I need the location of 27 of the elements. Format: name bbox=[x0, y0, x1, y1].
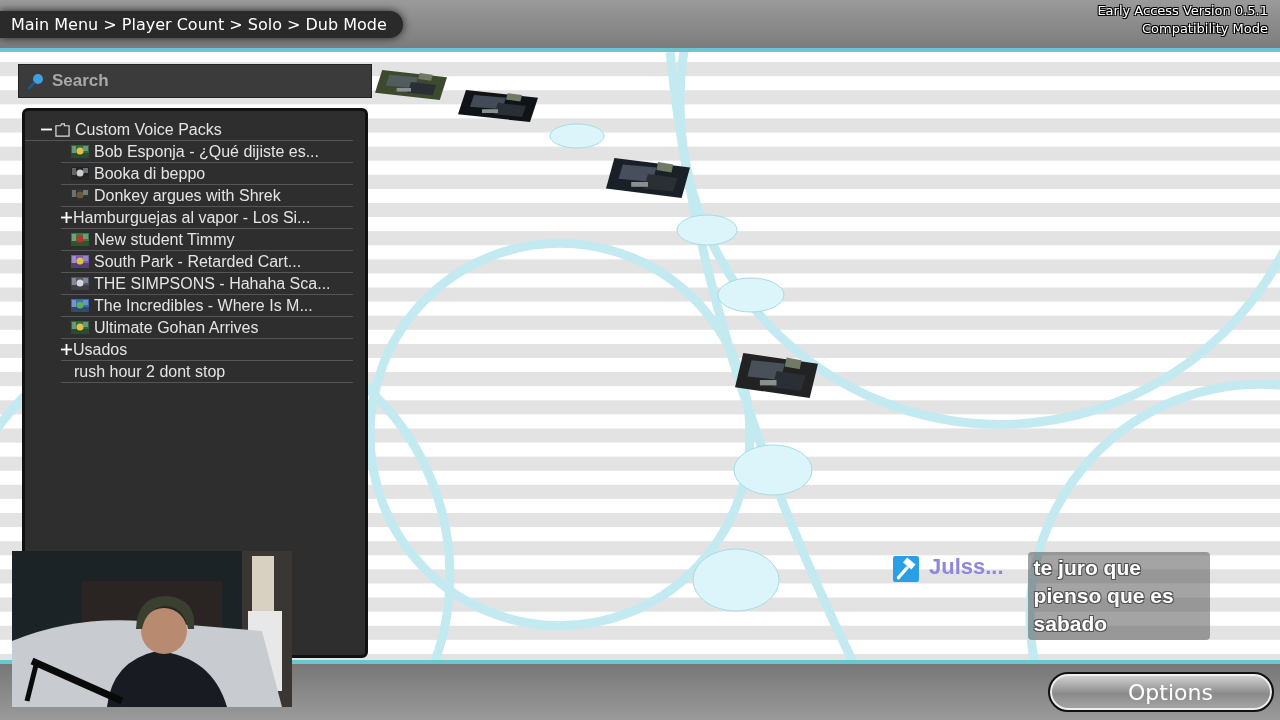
search-field[interactable]: Search bbox=[18, 64, 372, 98]
tree-item[interactable]: New student Timmy bbox=[94, 230, 235, 249]
map-node[interactable] bbox=[676, 214, 738, 246]
tree-item[interactable]: The Incredibles - Where Is M... bbox=[94, 296, 313, 315]
plus-icon[interactable] bbox=[61, 212, 72, 223]
folder-icon bbox=[55, 122, 70, 137]
tree-item[interactable]: Usados bbox=[73, 340, 128, 359]
version-label: Compatibility Mode bbox=[1141, 21, 1268, 36]
map-node[interactable] bbox=[692, 548, 780, 612]
tree-item[interactable]: Custom Voice Packs bbox=[75, 120, 222, 139]
tree-item[interactable]: THE SIMPSONS - Hahaha Sca... bbox=[94, 274, 331, 293]
breadcrumb: Main Menu > Player Count > Solo > Dub Mode bbox=[0, 11, 403, 38]
tree-item[interactable]: Booka di beppo bbox=[94, 164, 206, 183]
map-node[interactable] bbox=[717, 277, 785, 313]
version-label: Early Access Version 0.5.1 bbox=[1097, 3, 1268, 18]
tree-item[interactable]: Bob Esponja - ¿Qué dijiste es... bbox=[94, 142, 319, 161]
plus-icon[interactable] bbox=[61, 344, 72, 355]
chat-message: te juro que pienso que es sabado bbox=[1027, 552, 1210, 640]
tree-item[interactable]: South Park - Retarded Cart... bbox=[94, 252, 302, 271]
chat-username: Julss... bbox=[929, 554, 1004, 580]
tree-item[interactable]: Ultimate Gohan Arrives bbox=[94, 318, 259, 337]
map-node[interactable] bbox=[549, 123, 605, 149]
tree-item[interactable]: Donkey argues with Shrek bbox=[94, 186, 281, 205]
tree-item[interactable]: Hamburguejas al vapor - Los Si... bbox=[73, 208, 311, 227]
hammer-icon bbox=[893, 556, 919, 582]
tree-item[interactable]: rush hour 2 dont stop bbox=[74, 362, 226, 381]
map-node[interactable] bbox=[733, 444, 813, 496]
